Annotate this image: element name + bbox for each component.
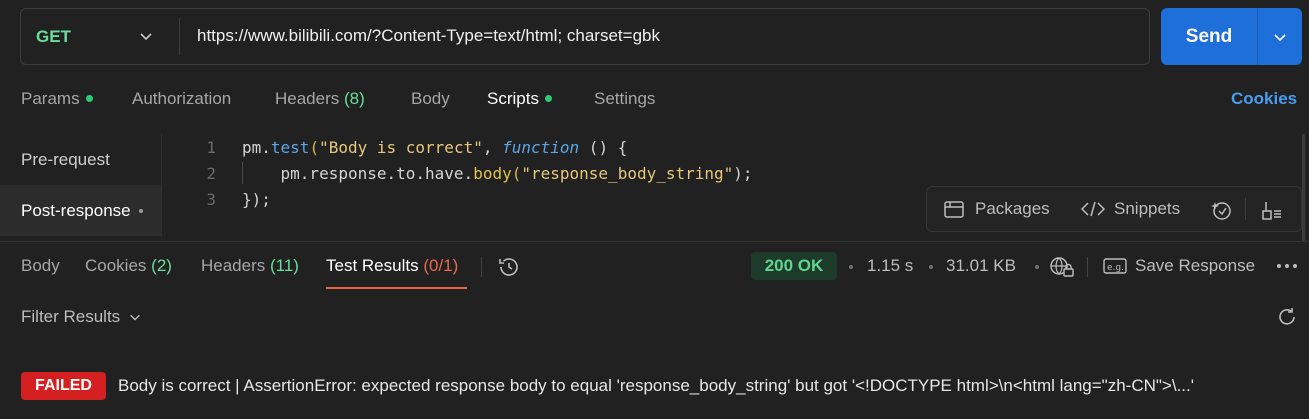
response-tab-cookies[interactable]: Cookies (2) (85, 256, 172, 276)
line-number: 1 (206, 138, 216, 157)
chevron-down-icon (140, 33, 152, 41)
response-tab-body[interactable]: Body (21, 256, 60, 276)
packages-label: Packages (975, 199, 1050, 218)
post-response-dot (138, 208, 143, 213)
line-number: 3 (206, 190, 216, 209)
tab-scripts[interactable]: Scripts (487, 89, 552, 109)
pane-separator (0, 241, 1309, 242)
code-token: body (473, 164, 512, 183)
code-token: , (482, 138, 503, 157)
sparkle-icon (1211, 202, 1231, 220)
status-badge[interactable]: 200 OK (751, 252, 837, 280)
tab-params[interactable]: Params (21, 89, 93, 109)
code-token: "Body is correct" (319, 138, 483, 157)
tab-params-label: Params (21, 89, 80, 108)
chevron-down-icon (130, 314, 141, 321)
failed-badge: FAILED (21, 372, 106, 400)
network-info-button[interactable] (1049, 255, 1075, 284)
refresh-button[interactable] (1276, 306, 1298, 333)
code-token: () { (579, 138, 628, 157)
chevron-down-icon (1274, 33, 1286, 41)
meta-dot (929, 265, 933, 269)
code-token: pm. (242, 138, 271, 157)
cookies-count: (2) (151, 256, 172, 275)
history-icon (499, 258, 518, 276)
refresh-icon (1279, 308, 1295, 325)
svg-text:e.g.: e.g. (1107, 263, 1124, 273)
method-label: GET (36, 26, 71, 46)
response-time[interactable]: 1.15 s (867, 256, 913, 276)
tab-body[interactable]: Body (411, 89, 450, 109)
tabs-divider (481, 257, 482, 277)
cookies-link[interactable]: Cookies (1231, 89, 1297, 109)
tab-settings[interactable]: Settings (594, 89, 655, 109)
code-token: ( (511, 164, 522, 183)
tab-headers-label: Headers (275, 89, 340, 108)
post-response-label: Post-response (21, 200, 131, 220)
code-token: function (502, 138, 580, 157)
more-options-button[interactable] (1276, 258, 1298, 279)
response-headers-count: (11) (270, 256, 299, 275)
filter-results-dropdown[interactable]: Filter Results (21, 307, 142, 327)
filter-results-label: Filter Results (21, 307, 121, 326)
ai-assist-button[interactable] (1210, 199, 1232, 221)
code-token: test (270, 138, 310, 157)
history-button[interactable] (497, 255, 521, 284)
send-options-button[interactable] (1258, 8, 1302, 65)
line-number: 2 (206, 164, 216, 183)
snippets-label: Snippets (1114, 199, 1181, 218)
tab-authorization[interactable]: Authorization (132, 89, 231, 109)
snippets-button[interactable]: Snippets (1081, 199, 1180, 219)
broom-icon (1262, 202, 1281, 220)
method-select[interactable]: GET (20, 8, 180, 65)
code-icon (1081, 201, 1105, 217)
code-line-1[interactable]: pm.test("Body is correct", function () { (242, 138, 627, 157)
pre-request-label: Pre-request (21, 149, 110, 169)
params-active-dot (85, 95, 93, 103)
code-token: ( (309, 138, 320, 157)
test-results-count: (0/1) (423, 256, 459, 275)
test-result-message: Body is correct | AssertionError: expect… (118, 376, 1194, 395)
url-divider (179, 18, 180, 55)
url-input[interactable]: https://www.bilibili.com/?Content-Type=t… (197, 26, 660, 46)
tab-headers[interactable]: Headers (8) (275, 89, 365, 109)
example-icon: e.g. (1103, 258, 1127, 274)
code-line-2[interactable]: pm.response.to.have.body("response_body_… (242, 164, 753, 183)
response-size[interactable]: 31.01 KB (946, 256, 1016, 276)
script-nav-post-response[interactable]: Post-response (0, 185, 161, 236)
code-line-3[interactable]: }); (242, 190, 271, 209)
test-results-label: Test Results (326, 256, 419, 275)
response-tab-test-results[interactable]: Test Results (0/1) (326, 256, 458, 276)
code-token: pm.response.to.have. (242, 164, 474, 183)
code-token: "response_body_string" (521, 164, 734, 183)
meta-dot (849, 265, 853, 269)
side-divider (161, 134, 162, 237)
headers-count: (8) (344, 89, 365, 108)
script-nav-pre-request[interactable]: Pre-request (0, 134, 161, 185)
editor-scrollbar[interactable] (1302, 134, 1305, 242)
active-tab-underline (326, 287, 467, 289)
scripts-active-dot (544, 95, 552, 103)
send-button[interactable]: Send (1161, 8, 1257, 65)
save-response-button[interactable]: e.g. Save Response (1103, 256, 1255, 276)
meta-divider (1087, 257, 1088, 277)
package-icon (944, 201, 964, 218)
globe-lock-icon (1050, 257, 1074, 277)
packages-button[interactable]: Packages (943, 199, 1050, 219)
clear-console-button[interactable] (1260, 199, 1282, 221)
meta-dot (1035, 265, 1039, 269)
response-headers-label: Headers (201, 256, 266, 275)
tab-scripts-label: Scripts (487, 89, 539, 108)
response-cookies-label: Cookies (85, 256, 147, 275)
more-horizontal-icon (1277, 264, 1297, 268)
response-tab-headers[interactable]: Headers (11) (201, 256, 299, 276)
code-token: ); (733, 164, 753, 183)
tools-divider (1245, 198, 1246, 220)
save-response-label: Save Response (1135, 256, 1256, 275)
